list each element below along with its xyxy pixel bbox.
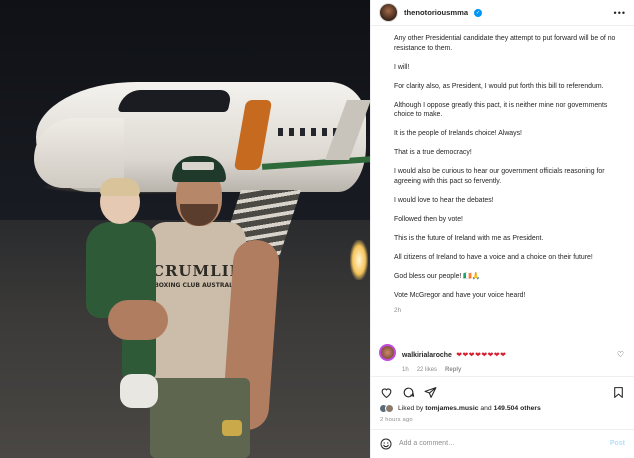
post-header: thenotoriousmma ✓ ••• — [371, 0, 634, 26]
comment-input[interactable]: Add a comment… — [399, 440, 603, 447]
post-caption: Any other Presidential candidate they at… — [371, 26, 634, 344]
commenter-username[interactable]: walkirialaroche — [402, 352, 452, 359]
comment-meta: 1h 22 likes Reply — [402, 367, 611, 373]
comment-age: 1h — [402, 367, 409, 373]
comment-heart-icon[interactable]: ♡ — [617, 350, 624, 359]
caption-paragraph: I would also be curious to hear our gove… — [394, 168, 605, 185]
likes-text[interactable]: Liked by tomjames.music and 149.504 othe… — [398, 405, 541, 412]
instagram-post: CRUMLIN BOXING CLUB AUSTRALIA thenotorio… — [0, 0, 634, 458]
author-username[interactable]: thenotoriousmma — [404, 8, 468, 17]
man-hand — [108, 300, 168, 340]
likes-count[interactable]: 149.504 others — [494, 405, 541, 412]
caption-paragraph: Although I oppose greatly this pact, it … — [394, 101, 608, 119]
post-photo[interactable]: CRUMLIN BOXING CLUB AUSTRALIA — [0, 0, 370, 458]
verified-icon: ✓ — [474, 8, 483, 17]
more-icon[interactable]: ••• — [614, 8, 626, 18]
add-comment-bar: Add a comment… Post — [371, 429, 634, 457]
caption-paragraph: That is a true democracy! — [394, 149, 472, 157]
action-bar — [371, 376, 634, 402]
post-comment-button[interactable]: Post — [610, 440, 625, 447]
heart-icon[interactable] — [380, 386, 393, 399]
comment-item: walkirialaroche ❤❤❤❤❤❤❤❤ 1h 22 likes Rep… — [371, 344, 634, 376]
comment-likes[interactable]: 22 likes — [417, 367, 437, 373]
child-shoe — [120, 374, 158, 408]
child-hair — [100, 178, 140, 196]
caption-paragraph: Any other Presidential candidate they at… — [394, 35, 616, 52]
reply-button[interactable]: Reply — [445, 367, 461, 373]
emoji-icon[interactable] — [380, 438, 392, 450]
liker-username[interactable]: tomjames.music — [425, 405, 478, 412]
comment-text: ❤❤❤❤❤❤❤❤ — [456, 352, 507, 359]
likes-prefix: Liked by — [398, 405, 426, 412]
bookmark-icon[interactable] — [612, 386, 625, 399]
likes-and: and — [478, 405, 494, 412]
commenter-avatar[interactable] — [379, 344, 396, 361]
post-panel: thenotoriousmma ✓ ••• Any other Presiden… — [370, 0, 634, 458]
liker-avatars — [379, 404, 394, 413]
likes-summary: Liked by tomjames.music and 149.504 othe… — [371, 402, 634, 415]
vehicle-light — [350, 240, 368, 280]
caption-paragraph: I will! — [394, 63, 410, 71]
shirt-subprint: BOXING CLUB AUSTRALIA — [154, 282, 240, 289]
jet-cockpit-window — [117, 90, 233, 112]
caption-paragraph: Vote McGregor and have your voice heard! — [394, 291, 526, 299]
shirt-print: CRUMLIN — [152, 262, 245, 280]
share-icon[interactable] — [424, 386, 437, 399]
caption-paragraph: Followed then by vote! — [394, 215, 463, 223]
caption-paragraph: I would love to hear the debates! — [394, 196, 494, 204]
caption-timestamp[interactable]: 2h — [394, 306, 624, 316]
post-timestamp[interactable]: 2 hours ago — [371, 415, 634, 429]
caption-paragraph: For clarity also, as President, I would … — [394, 82, 604, 90]
caption-paragraph: All citizens of Ireland to have a voice … — [394, 253, 593, 261]
caption-paragraph: God bless our people! 🇮🇪🙏 — [394, 272, 481, 280]
comment-icon[interactable] — [402, 386, 415, 399]
caption-paragraph: It is the people of Irelands choice! Alw… — [394, 130, 522, 138]
comment-body: walkirialaroche ❤❤❤❤❤❤❤❤ 1h 22 likes Rep… — [402, 344, 611, 373]
man-pants — [150, 378, 250, 458]
wristwatch — [222, 420, 242, 436]
author-avatar[interactable] — [379, 3, 398, 22]
caption-paragraph: This is the future of Ireland with me as… — [394, 234, 544, 242]
